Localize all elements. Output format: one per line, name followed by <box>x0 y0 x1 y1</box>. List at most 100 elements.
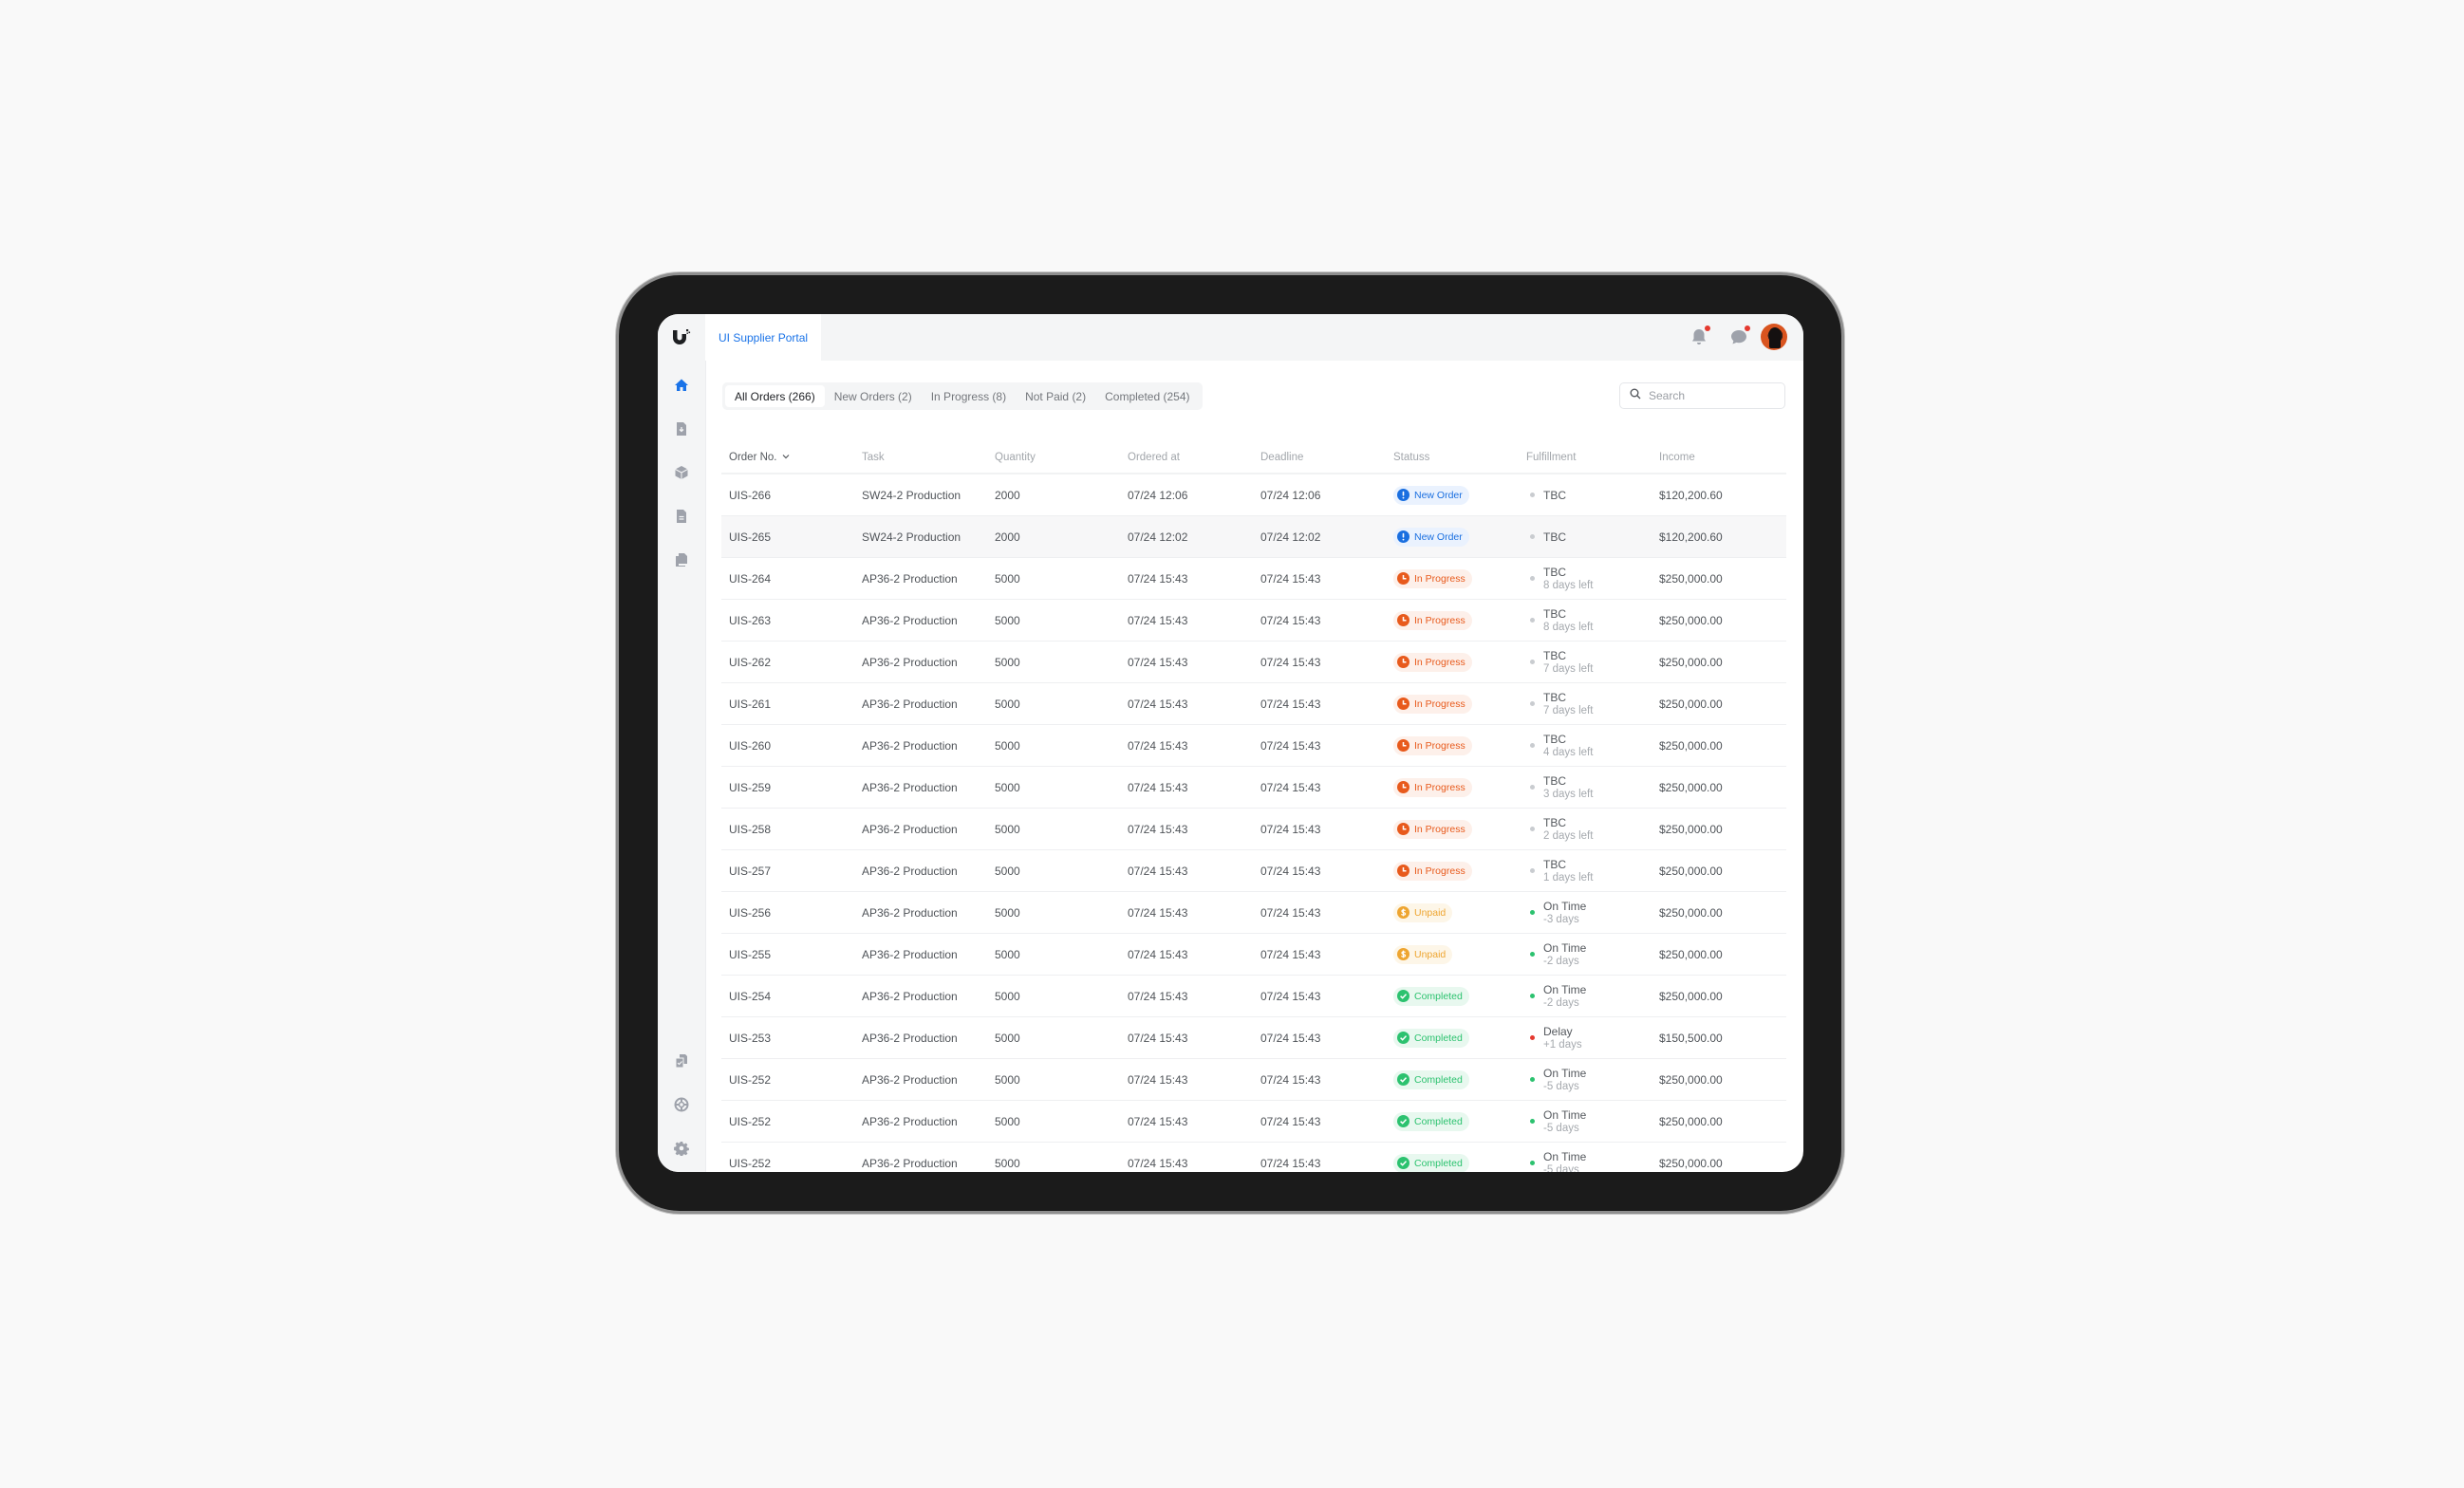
deadline: 07/24 15:43 <box>1260 571 1321 586</box>
sidebar-item-orders[interactable] <box>673 421 690 439</box>
table-row[interactable]: UIS-261 AP36-2 Production 5000 07/24 15:43 0… <box>721 683 1786 725</box>
column-header-order-no[interactable]: Order No. <box>721 452 854 463</box>
notifications-button[interactable] <box>1689 326 1710 347</box>
table-row[interactable]: UIS-255 AP36-2 Production 5000 07/24 15:43 0… <box>721 934 1786 976</box>
orders-table: Order No. Task Quantity Ordered at Deadl… <box>721 452 1786 1172</box>
sidebar-item-support[interactable] <box>673 1097 690 1115</box>
home-icon <box>674 378 689 398</box>
tab-not-paid[interactable]: Not Paid (2) <box>1016 385 1095 407</box>
sidebar-item-invoices[interactable] <box>673 509 690 527</box>
status-label: In Progress <box>1414 656 1465 668</box>
order-number[interactable]: UIS-257 <box>721 865 854 878</box>
table-row[interactable]: UIS-254 AP36-2 Production 5000 07/24 15:43 0… <box>721 976 1786 1017</box>
table-header: Order No. Task Quantity Ordered at Deadl… <box>721 452 1786 474</box>
table-row[interactable]: UIS-259 AP36-2 Production 5000 07/24 15:43 0… <box>721 767 1786 809</box>
fulfillment-detail: 7 days left <box>1543 704 1594 716</box>
app-title-tab[interactable]: UI Supplier Portal <box>705 314 822 361</box>
order-number[interactable]: UIS-260 <box>721 739 854 753</box>
status-badge: In Progress <box>1393 819 1472 839</box>
quantity: 5000 <box>995 613 1020 627</box>
ordered-at: 07/24 15:43 <box>1128 1031 1188 1045</box>
deadline: 07/24 15:43 <box>1260 905 1321 920</box>
order-number[interactable]: UIS-255 <box>721 948 854 961</box>
column-header-deadline[interactable]: Deadline <box>1253 452 1386 463</box>
fulfillment-cell: On Time -3 days <box>1519 900 1652 926</box>
status-label: New Order <box>1414 530 1463 543</box>
order-number[interactable]: UIS-266 <box>721 489 854 502</box>
order-number[interactable]: UIS-259 <box>721 781 854 794</box>
task-name: AP36-2 Production <box>862 1114 958 1128</box>
tab-completed[interactable]: Completed (254) <box>1095 385 1199 407</box>
fulfillment-cell: TBC 8 days left <box>1519 566 1652 592</box>
order-number[interactable]: UIS-262 <box>721 656 854 669</box>
search-input[interactable] <box>1649 389 1772 402</box>
table-row[interactable]: UIS-257 AP36-2 Production 5000 07/24 15:43 0… <box>721 850 1786 892</box>
income: $250,000.00 <box>1659 738 1723 753</box>
order-number[interactable]: UIS-253 <box>721 1032 854 1045</box>
table-row[interactable]: UIS-265 SW24-2 Production 2000 07/24 12:02 0… <box>721 516 1786 558</box>
order-number[interactable]: UIS-254 <box>721 990 854 1003</box>
fulfillment-label: TBC <box>1543 732 1566 746</box>
check-circle-icon <box>1397 1157 1409 1169</box>
check-circle-icon <box>1397 1073 1409 1086</box>
messages-button[interactable] <box>1728 326 1750 347</box>
column-header-status[interactable]: Statuss <box>1386 452 1519 463</box>
table-row[interactable]: UIS-264 AP36-2 Production 5000 07/24 15:43 0… <box>721 558 1786 600</box>
table-row[interactable]: UIS-252 AP36-2 Production 5000 07/24 15:43 0… <box>721 1143 1786 1172</box>
income: $250,000.00 <box>1659 1114 1723 1128</box>
order-number[interactable]: UIS-252 <box>721 1115 854 1128</box>
order-number[interactable]: UIS-261 <box>721 698 854 711</box>
order-number[interactable]: UIS-264 <box>721 572 854 586</box>
sidebar-item-products[interactable] <box>673 465 690 483</box>
order-number[interactable]: UIS-256 <box>721 906 854 920</box>
sidebar-item-settings[interactable] <box>673 1141 690 1159</box>
sidebar-item-home[interactable] <box>673 379 690 396</box>
table-row[interactable]: UIS-263 AP36-2 Production 5000 07/24 15:43 0… <box>721 600 1786 642</box>
ordered-at: 07/24 15:43 <box>1128 905 1188 920</box>
tab-in-progress[interactable]: In Progress (8) <box>922 385 1016 407</box>
table-row[interactable]: UIS-266 SW24-2 Production 2000 07/24 12:06 0… <box>721 474 1786 516</box>
table-row[interactable]: UIS-256 AP36-2 Production 5000 07/24 15:43 0… <box>721 892 1786 934</box>
table-row[interactable]: UIS-252 AP36-2 Production 5000 07/24 15:43 0… <box>721 1101 1786 1143</box>
fulfillment-status-dot <box>1530 994 1535 998</box>
table-row[interactable]: UIS-252 AP36-2 Production 5000 07/24 15:43 0… <box>721 1059 1786 1101</box>
user-avatar[interactable] <box>1761 324 1787 350</box>
order-number[interactable]: UIS-265 <box>721 530 854 544</box>
status-cell: Completed <box>1386 986 1519 1006</box>
ubiquiti-logo-icon[interactable] <box>670 327 693 348</box>
sidebar-item-tasks[interactable] <box>673 1053 690 1071</box>
status-cell: Unpaid <box>1386 902 1519 922</box>
check-circle-icon <box>1397 990 1409 1002</box>
table-row[interactable]: UIS-253 AP36-2 Production 5000 07/24 15:43 0… <box>721 1017 1786 1059</box>
status-badge: Completed <box>1393 1111 1469 1131</box>
column-header-income[interactable]: Income <box>1652 452 1786 463</box>
status-cell: In Progress <box>1386 568 1519 588</box>
quantity: 5000 <box>995 1072 1020 1087</box>
deadline: 07/24 15:43 <box>1260 1114 1321 1128</box>
fulfillment-status-dot <box>1530 1119 1535 1124</box>
quantity: 2000 <box>995 488 1020 502</box>
order-number[interactable]: UIS-252 <box>721 1073 854 1087</box>
table-body: UIS-266 SW24-2 Production 2000 07/24 12:06 0… <box>721 474 1786 1172</box>
column-header-quantity[interactable]: Quantity <box>987 452 1120 463</box>
table-row[interactable]: UIS-260 AP36-2 Production 5000 07/24 15:43 0… <box>721 725 1786 767</box>
status-badge: In Progress <box>1393 568 1472 588</box>
fulfillment-cell: On Time -2 days <box>1519 983 1652 1010</box>
status-cell: In Progress <box>1386 777 1519 797</box>
order-number[interactable]: UIS-252 <box>721 1157 854 1170</box>
tab-new-orders[interactable]: New Orders (2) <box>825 385 922 407</box>
status-badge: Completed <box>1393 1153 1469 1172</box>
table-row[interactable]: UIS-258 AP36-2 Production 5000 07/24 15:43 0… <box>721 809 1786 850</box>
column-header-ordered-at[interactable]: Ordered at <box>1120 452 1253 463</box>
fulfillment-cell: TBC 4 days left <box>1519 733 1652 759</box>
order-number[interactable]: UIS-263 <box>721 614 854 627</box>
column-header-fulfillment[interactable]: Fulfillment <box>1519 452 1652 463</box>
sidebar-item-documents[interactable] <box>673 552 690 570</box>
deadline: 07/24 12:06 <box>1260 488 1321 502</box>
table-row[interactable]: UIS-262 AP36-2 Production 5000 07/24 15:43 0… <box>721 642 1786 683</box>
order-number[interactable]: UIS-258 <box>721 823 854 836</box>
tab-all-orders[interactable]: All Orders (266) <box>725 385 825 407</box>
income: $250,000.00 <box>1659 1072 1723 1087</box>
quantity: 2000 <box>995 530 1020 544</box>
column-header-task[interactable]: Task <box>854 452 987 463</box>
